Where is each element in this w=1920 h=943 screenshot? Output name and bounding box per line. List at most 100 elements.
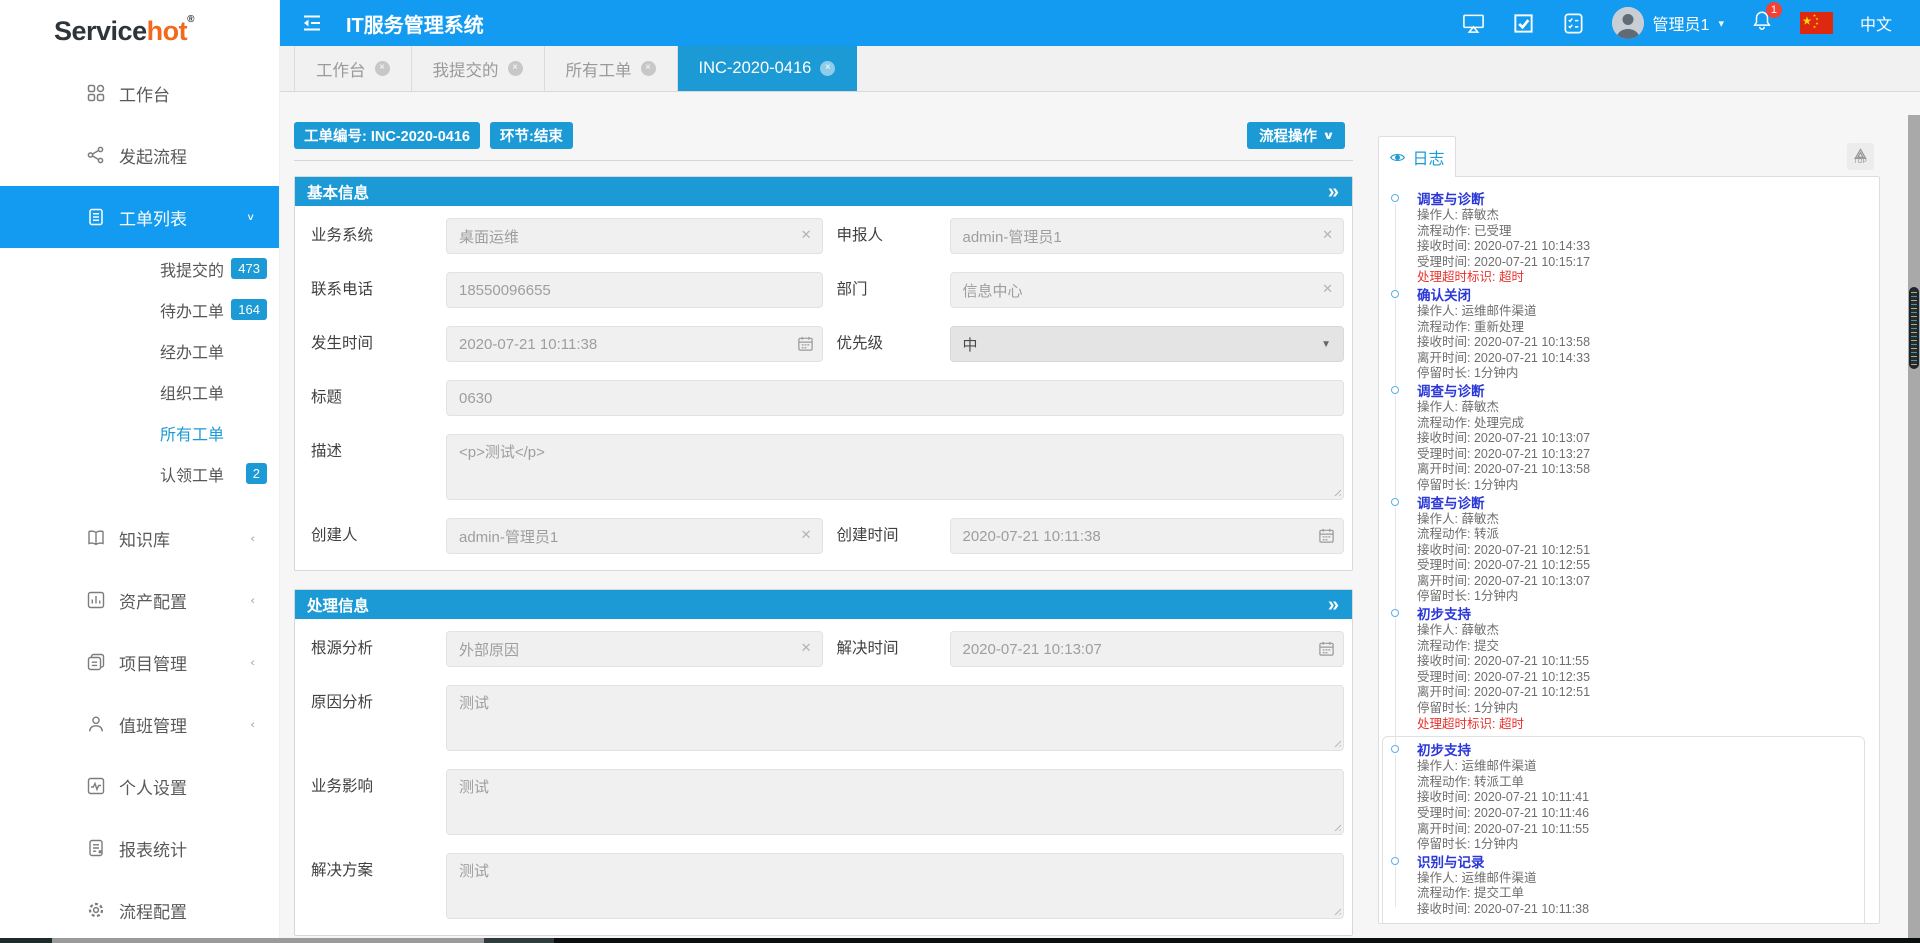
priority-select[interactable]: 中 ▼: [950, 326, 1345, 362]
sidebar-item-label: 值班管理: [119, 712, 187, 737]
reporter-input[interactable]: [950, 218, 1345, 254]
basic-info-header[interactable]: 基本信息 »: [295, 177, 1352, 206]
sidebar-item-worklist[interactable]: 工单列表 ∨: [0, 186, 279, 248]
tab-label: 我提交的: [433, 57, 499, 81]
calendar-icon[interactable]: [797, 335, 814, 352]
avatar[interactable]: [1612, 7, 1644, 39]
task-list-icon[interactable]: [1562, 12, 1585, 35]
sidebar-collapse-icon[interactable]: [300, 11, 324, 35]
sidebar-item-workbench[interactable]: 工作台: [0, 62, 279, 124]
create-time-input[interactable]: [950, 518, 1345, 554]
notification-bell-icon[interactable]: 1: [1751, 9, 1773, 37]
log-entry-line: 操作人: 运维邮件渠道: [1417, 304, 1867, 320]
sidebar-item-projects[interactable]: 项目管理 ‹: [0, 631, 279, 693]
close-icon[interactable]: ×: [508, 61, 523, 76]
sidebar-subitem-label: 经办工单: [160, 339, 224, 363]
topbar-actions: 管理员1 ▾ 1 中文: [1462, 7, 1892, 39]
clear-icon[interactable]: ✕: [1322, 228, 1333, 241]
close-icon[interactable]: ×: [820, 61, 835, 76]
clear-icon[interactable]: ✕: [801, 641, 812, 654]
root-cause-input[interactable]: [446, 631, 823, 667]
sidebar-subitem-my-submitted[interactable]: 我提交的 473: [0, 248, 279, 289]
flow-icon: [86, 145, 106, 165]
creator-input[interactable]: [446, 518, 823, 554]
calendar-icon[interactable]: [1318, 527, 1335, 544]
department-input[interactable]: [950, 272, 1345, 308]
sidebar-item-knowledge[interactable]: 知识库 ‹: [0, 507, 279, 569]
check-square-icon[interactable]: [1512, 12, 1535, 35]
logo-text-hot: hot: [147, 16, 187, 47]
sidebar-subitem-label: 组织工单: [160, 380, 224, 404]
tab-ticket-inc-2020-0416[interactable]: INC-2020-0416 ×: [678, 46, 858, 91]
business-impact-textarea[interactable]: 测试: [446, 769, 1344, 835]
close-icon[interactable]: ×: [375, 61, 390, 76]
tab-workbench[interactable]: 工作台 ×: [294, 46, 412, 91]
clear-icon[interactable]: ✕: [801, 528, 812, 541]
sidebar-item-duty[interactable]: 值班管理 ‹: [0, 693, 279, 755]
field-label: 申报人: [823, 218, 950, 254]
chevron-left-icon: ‹: [250, 718, 255, 731]
close-icon[interactable]: ×: [641, 61, 656, 76]
occur-time-input[interactable]: [446, 326, 823, 362]
log-entry-overdue-line: 处理超时标识: 超时: [1417, 717, 1867, 733]
description-textarea[interactable]: <p>测试</p>: [446, 434, 1344, 500]
sidebar-item-label: 个人设置: [119, 774, 187, 799]
user-menu[interactable]: 管理员1 ▾: [1612, 7, 1724, 39]
log-entry-line: 操作人: 运维邮件渠道: [1417, 759, 1854, 775]
screen-monitor-icon[interactable]: [1462, 12, 1485, 35]
sidebar-subitem-claim[interactable]: 认领工单 2: [0, 453, 279, 494]
solution-textarea[interactable]: 测试: [446, 853, 1344, 919]
section-title: 处理信息: [307, 594, 369, 616]
log-entry-line: 离开时间: 2020-07-21 10:12:51: [1417, 685, 1867, 701]
calendar-icon[interactable]: [1318, 640, 1335, 657]
sidebar-item-reports[interactable]: 报表统计: [0, 817, 279, 879]
brand-logo: Servicehot®: [0, 0, 279, 62]
sidebar-item-label: 工作台: [119, 81, 170, 106]
collapse-section-icon[interactable]: »: [1328, 595, 1339, 615]
log-entry-line: 受理时间: 2020-07-21 10:13:27: [1417, 447, 1867, 463]
log-entry-line: 操作人: 薛敏杰: [1417, 623, 1867, 639]
sidebar-subitem-todo[interactable]: 待办工单 164: [0, 289, 279, 330]
tab-label: 所有工单: [566, 57, 632, 81]
handle-info-header[interactable]: 处理信息 »: [295, 590, 1352, 619]
sidebar-item-process-config[interactable]: 流程配置: [0, 879, 279, 938]
sidebar-item-start-process[interactable]: 发起流程: [0, 124, 279, 186]
subject-input[interactable]: [446, 380, 1344, 416]
log-entry-line: 停留时长: 1分钟内: [1417, 837, 1854, 853]
sidebar-subitem-handled[interactable]: 经办工单: [0, 330, 279, 371]
field-label: 部门: [823, 272, 950, 308]
tab-my-submitted[interactable]: 我提交的 ×: [412, 46, 545, 91]
ticket-detail-panel: 工单编号: INC-2020-0416 环节:结束 流程操作 ∨ 基本信息 »: [294, 92, 1353, 936]
cause-analysis-textarea[interactable]: 测试: [446, 685, 1344, 751]
sidebar-item-assets[interactable]: 资产配置 ‹: [0, 569, 279, 631]
tab-all-tickets[interactable]: 所有工单 ×: [545, 46, 678, 91]
page-scrollbar[interactable]: [1908, 115, 1920, 938]
timeline-dot-icon: [1391, 498, 1399, 506]
business-system-input[interactable]: [446, 218, 823, 254]
back-to-top-button[interactable]: TOP: [1847, 143, 1874, 170]
log-entry-line: 接收时间: 2020-07-21 10:12:51: [1417, 543, 1867, 559]
phone-input[interactable]: [446, 272, 823, 308]
language-switch[interactable]: 中文: [1860, 11, 1892, 35]
log-entry-title: 确认关闭: [1417, 287, 1867, 304]
project-icon: [86, 652, 106, 672]
process-action-button[interactable]: 流程操作 ∨: [1247, 122, 1345, 149]
sidebar-subitem-org[interactable]: 组织工单: [0, 371, 279, 412]
clear-icon[interactable]: ✕: [801, 228, 812, 241]
log-entry-title: 调查与诊断: [1417, 383, 1867, 400]
timeline-dot-icon: [1391, 386, 1399, 394]
notification-count-badge: 1: [1766, 2, 1782, 18]
sidebar-item-personal-settings[interactable]: 个人设置: [0, 755, 279, 817]
scrollbar-thumb[interactable]: [1909, 287, 1919, 369]
field-label: 业务系统: [301, 218, 446, 254]
basic-info-card: 基本信息 » 业务系统 ✕: [294, 176, 1353, 571]
tab-log[interactable]: 日志: [1378, 136, 1456, 177]
timeline-dot-icon: [1391, 290, 1399, 298]
clear-icon[interactable]: ✕: [1322, 282, 1333, 295]
solve-time-input[interactable]: [950, 631, 1345, 667]
section-title: 基本信息: [307, 181, 369, 203]
sidebar-item-label: 知识库: [119, 526, 170, 551]
china-flag-icon[interactable]: [1800, 12, 1833, 34]
sidebar-subitem-all-tickets[interactable]: 所有工单: [0, 412, 279, 453]
collapse-section-icon[interactable]: »: [1328, 182, 1339, 202]
